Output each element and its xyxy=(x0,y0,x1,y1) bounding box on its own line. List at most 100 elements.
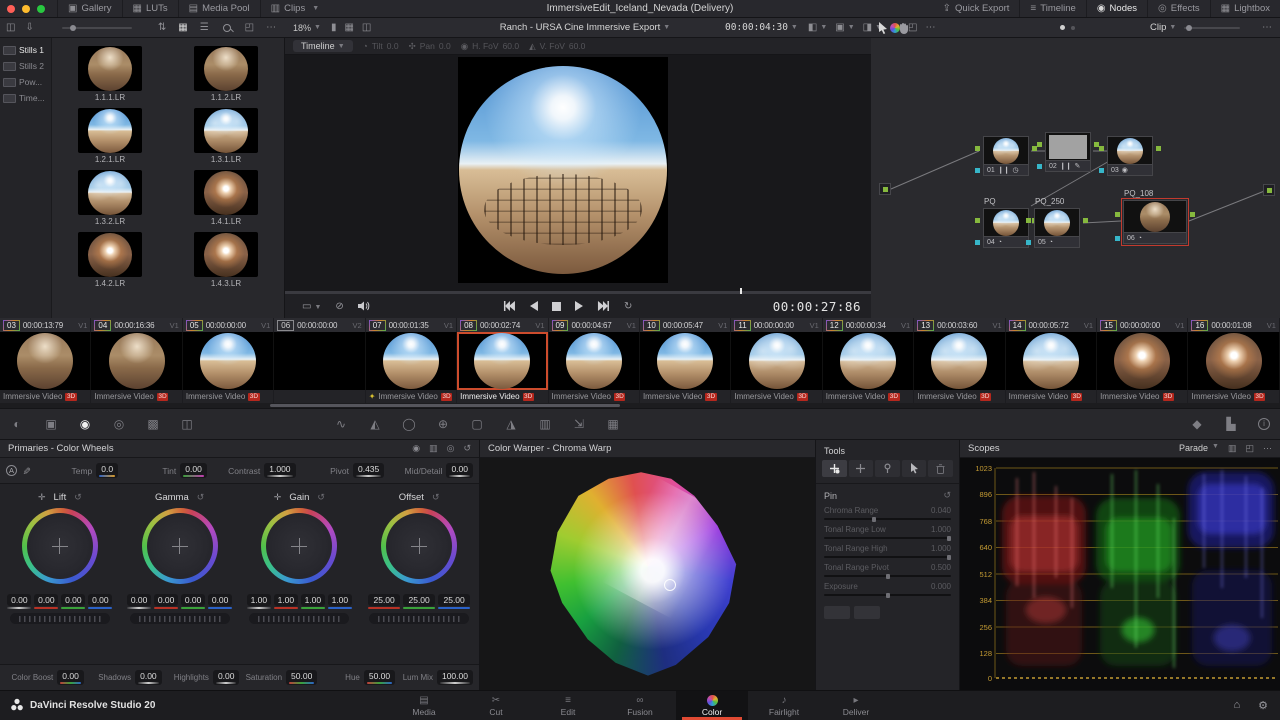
timeline-clip-06[interactable]: 06 00:00:00:00 V2 xyxy=(274,318,366,408)
info-icon[interactable]: i xyxy=(1258,418,1270,430)
grab-still-icon[interactable]: ⇩ xyxy=(25,22,33,33)
curves-icon[interactable]: ◫ xyxy=(170,417,204,431)
page-tab-deliver[interactable]: ▸ Deliver xyxy=(820,691,892,720)
tilt-control[interactable]: ◔ Tilt 0.0 xyxy=(363,41,399,51)
chroma-warp-gamut[interactable] xyxy=(550,472,737,676)
select-tool-button[interactable] xyxy=(901,460,927,477)
hand-tool-icon[interactable] xyxy=(898,22,909,34)
pan-control[interactable]: ✣ Pan 0.0 xyxy=(409,41,451,52)
keyframes-icon[interactable]: ◆ xyxy=(1180,417,1214,431)
lift-color-wheel[interactable] xyxy=(21,508,98,584)
timeline-clip-13[interactable]: 1300:00:03:60V1✦Immersive Video3D xyxy=(914,318,1006,408)
search-icon[interactable] xyxy=(222,23,231,32)
gallery-options-icon[interactable]: ⋯ xyxy=(266,22,276,33)
unlink-icon[interactable]: ⊘ xyxy=(335,301,343,312)
blur-icon[interactable]: ◮ xyxy=(494,417,528,431)
gain-color-wheel[interactable] xyxy=(261,508,338,584)
window-minimize-button[interactable] xyxy=(22,4,30,13)
color-warper-icon[interactable]: ▩ xyxy=(136,417,170,431)
audio-mute-icon[interactable] xyxy=(357,301,370,311)
sidebar-item-stills1[interactable]: Stills 1 xyxy=(0,42,51,58)
sizing-icon[interactable]: ⇲ xyxy=(562,417,596,431)
page-tab-fairlight[interactable]: ♪ Fairlight xyxy=(748,691,820,720)
gallery-toggle-button[interactable]: ▣ Gallery xyxy=(57,0,122,17)
lift-crosshair-icon[interactable]: ✛ xyxy=(38,492,46,503)
gamma-reset-icon[interactable]: ↺ xyxy=(197,492,205,503)
wheels-mode-icon[interactable]: ◉ xyxy=(412,443,420,454)
scopes-toggle-icon[interactable]: ▙ xyxy=(1214,417,1248,431)
lift-values[interactable]: 0.00 0.00 0.00 0.00 xyxy=(0,594,120,609)
contrast-control[interactable]: Contrast 1.000 xyxy=(211,463,296,478)
play-icon[interactable] xyxy=(574,301,583,311)
gamma-color-wheel[interactable] xyxy=(141,508,218,584)
timeline-clip-11[interactable]: 1100:00:00:00V1✦Immersive Video3D xyxy=(731,318,823,408)
gallery-still[interactable]: 1.1.1.LR xyxy=(52,40,168,102)
gallery-zoom-slider[interactable] xyxy=(61,24,132,31)
gain-crosshair-icon[interactable]: ✛ xyxy=(274,492,282,503)
node-02[interactable]: 02 ❙❙ ✎ xyxy=(1037,132,1099,172)
viewer-mode-select[interactable]: Timeline ▼ xyxy=(293,40,353,52)
page-tab-edit[interactable]: ≡ Edit xyxy=(532,691,604,720)
scope-mode-select[interactable]: Parade xyxy=(1179,443,1208,454)
scope-expand-icon[interactable]: ◰ xyxy=(1245,443,1254,454)
tonal-range-high-slider[interactable]: Tonal Range High 1.000 xyxy=(816,541,959,560)
timeline-clip-04[interactable]: 0400:00:16:36V1✦Immersive Video3D xyxy=(91,318,183,408)
go-to-start-icon[interactable] xyxy=(503,301,516,311)
scope-layout-icon[interactable]: ▥ xyxy=(1228,443,1237,454)
add-pin-tool-button[interactable] xyxy=(822,460,847,477)
node-page-dot[interactable] xyxy=(1071,25,1075,30)
cursor-tool-icon[interactable] xyxy=(878,21,888,34)
lum-mix-control[interactable]: Lum Mix 100.00 xyxy=(395,670,473,685)
move-pin-tool-button[interactable] xyxy=(848,460,874,477)
hdr-wheels-icon[interactable]: ◎ xyxy=(102,417,136,431)
log-mode-icon[interactable]: ◎ xyxy=(447,443,455,454)
page-tab-fusion[interactable]: ∞ Fusion xyxy=(604,691,676,720)
warper-footer-button-2[interactable] xyxy=(854,606,880,619)
chroma-range-slider[interactable]: Chroma Range 0.040 xyxy=(816,503,959,522)
image-wipe-icon[interactable]: ▣ xyxy=(835,22,844,33)
exposure-slider[interactable]: Exposure 0.000 xyxy=(816,579,959,598)
timeline-clip-09[interactable]: 0900:00:04:67V1✦Immersive Video3D xyxy=(548,318,640,408)
page-tab-media[interactable]: ▤ Media xyxy=(388,691,460,720)
headset-preview-icon[interactable]: ▭ ▼ xyxy=(302,301,321,312)
loop-icon[interactable]: ↻ xyxy=(624,301,632,312)
luts-toggle-button[interactable]: ▦ LUTs xyxy=(121,0,178,17)
nodes-toggle-button[interactable]: ◉ Nodes xyxy=(1085,0,1147,17)
power-window-icon[interactable]: ◯ xyxy=(392,417,426,431)
stereo-3d-icon[interactable]: ▦ xyxy=(596,417,630,431)
expand-viewer-icon[interactable]: ◰ xyxy=(908,22,917,33)
parade-scope[interactable]: 1023 896 768 640 512 384 256 128 0 xyxy=(960,458,1280,690)
lightbox-toggle-button[interactable]: ▦ Lightbox xyxy=(1209,0,1280,17)
hue-control[interactable]: Hue 50.00 xyxy=(317,670,396,685)
saturation-control[interactable]: Saturation 50.00 xyxy=(239,670,318,685)
gain-master-dial[interactable] xyxy=(249,613,350,624)
timeline-clip-16[interactable]: 1600:00:01:08V1✦Immersive Video3D xyxy=(1188,318,1280,408)
sidebar-item-timelines[interactable]: Time... xyxy=(0,90,51,106)
expand-icon[interactable]: ◰ xyxy=(245,22,254,33)
node-input-port[interactable] xyxy=(879,183,891,195)
timeline-clip-08-selected[interactable]: 0800:00:02:74V1✦Immersive Video3D xyxy=(457,318,549,408)
offset-master-dial[interactable] xyxy=(369,613,470,624)
qualifier-icon[interactable]: ◭ xyxy=(358,417,392,431)
gallery-still[interactable]: 1.3.2.LR xyxy=(52,164,168,226)
viewer-zoom-select[interactable]: 18% xyxy=(293,23,311,33)
lock-pin-tool-button[interactable] xyxy=(875,460,900,477)
gallery-still[interactable]: 1.3.1.LR xyxy=(168,102,284,164)
framing-icon[interactable]: ▣ xyxy=(34,417,68,431)
scope-options-icon[interactable]: ⋯ xyxy=(1263,443,1272,454)
go-to-end-icon[interactable] xyxy=(597,301,610,311)
timeline-clip-12[interactable]: 1200:00:00:34V1✦Immersive Video3D xyxy=(822,318,915,408)
gain-reset-icon[interactable]: ↺ xyxy=(317,492,325,503)
bars-mode-icon[interactable]: ▥ xyxy=(429,443,438,454)
enhanced-viewer-icon[interactable]: ◫ xyxy=(362,22,371,33)
window-zoom-button[interactable] xyxy=(37,4,45,13)
node-output-port[interactable] xyxy=(1263,184,1275,196)
vfov-control[interactable]: ◭ V. FoV 60.0 xyxy=(529,41,585,52)
sidebar-item-stills2[interactable]: Stills 2 xyxy=(0,58,51,74)
tonal-range-low-slider[interactable]: Tonal Range Low 1.000 xyxy=(816,522,959,541)
grid-view-icon[interactable]: ▦ xyxy=(178,22,187,33)
delete-pin-tool-button[interactable] xyxy=(928,460,953,477)
tracker-icon[interactable]: ⊕ xyxy=(426,417,460,431)
pin-reset-icon[interactable]: ↺ xyxy=(943,490,951,501)
gallery-still[interactable]: 1.4.2.LR xyxy=(52,226,168,288)
